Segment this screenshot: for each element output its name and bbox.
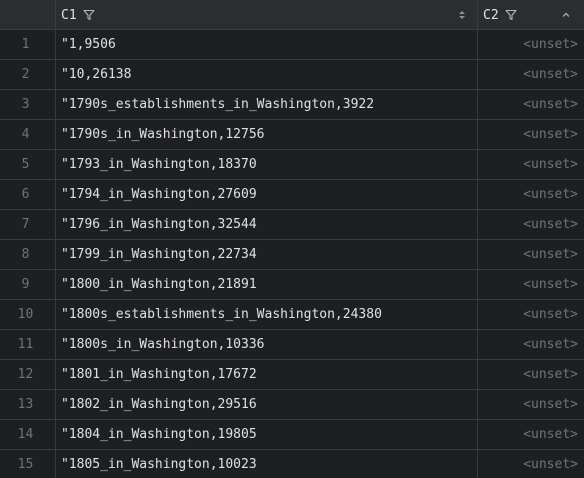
table-row[interactable]: 2 "10,26138 <unset> [0, 60, 584, 90]
row-number[interactable]: 12 [0, 360, 56, 389]
row-number[interactable]: 5 [0, 150, 56, 179]
column-header-c1[interactable]: C1 [56, 0, 478, 30]
row-number[interactable]: 3 [0, 90, 56, 119]
cell-c1[interactable]: "1800s_establishments_in_Washington,2438… [56, 300, 478, 329]
filter-icon[interactable] [504, 8, 518, 22]
sort-icon[interactable] [457, 8, 467, 22]
grid-body: 1 "1,9506 <unset> 2 "10,26138 <unset> 3 "1790s_… [0, 30, 584, 478]
table-row[interactable]: 6 "1794_in_Washington,27609 <unset> [0, 180, 584, 210]
cell-c1[interactable]: "1804_in_Washington,19805 [56, 420, 478, 449]
cell-c2[interactable]: <unset> [478, 210, 584, 239]
row-number[interactable]: 10 [0, 300, 56, 329]
table-row[interactable]: 14 "1804_in_Washington,19805 <unset> [0, 420, 584, 450]
column-header-c2-label: C2 [483, 7, 499, 23]
cell-c2[interactable]: <unset> [478, 60, 584, 89]
cell-c1[interactable]: "1801_in_Washington,17672 [56, 360, 478, 389]
table-row[interactable]: 4 "1790s_in_Washington,12756 <unset> [0, 120, 584, 150]
table-row[interactable]: 11 "1800s_in_Washington,10336 <unset> [0, 330, 584, 360]
cell-c2[interactable]: <unset> [478, 90, 584, 119]
cell-c1[interactable]: "1,9506 [56, 30, 478, 59]
cell-c2[interactable]: <unset> [478, 150, 584, 179]
row-number[interactable]: 7 [0, 210, 56, 239]
cell-c2[interactable]: <unset> [478, 330, 584, 359]
cell-c1[interactable]: "1802_in_Washington,29516 [56, 390, 478, 419]
cell-c1[interactable]: "1790s_in_Washington,12756 [56, 120, 478, 149]
filter-icon[interactable] [82, 8, 96, 22]
chevron-up-icon[interactable] [560, 9, 572, 21]
cell-c2[interactable]: <unset> [478, 360, 584, 389]
cell-c2[interactable]: <unset> [478, 390, 584, 419]
row-number[interactable]: 1 [0, 30, 56, 59]
table-row[interactable]: 7 "1796_in_Washington,32544 <unset> [0, 210, 584, 240]
cell-c2[interactable]: <unset> [478, 30, 584, 59]
cell-c1[interactable]: "1799_in_Washington,22734 [56, 240, 478, 269]
cell-c2[interactable]: <unset> [478, 450, 584, 478]
table-row[interactable]: 15 "1805_in_Washington,10023 <unset> [0, 450, 584, 478]
cell-c2[interactable]: <unset> [478, 300, 584, 329]
table-row[interactable]: 5 "1793_in_Washington,18370 <unset> [0, 150, 584, 180]
cell-c1[interactable]: "10,26138 [56, 60, 478, 89]
cell-c2[interactable]: <unset> [478, 180, 584, 209]
row-number[interactable]: 9 [0, 270, 56, 299]
cell-c2[interactable]: <unset> [478, 420, 584, 449]
table-row[interactable]: 3 "1790s_establishments_in_Washington,392… [0, 90, 584, 120]
cell-c1[interactable]: "1793_in_Washington,18370 [56, 150, 478, 179]
cell-c1[interactable]: "1800_in_Washington,21891 [56, 270, 478, 299]
row-number[interactable]: 15 [0, 450, 56, 478]
cell-c2[interactable]: <unset> [478, 240, 584, 269]
cell-c2[interactable]: <unset> [478, 270, 584, 299]
data-grid: C1 C2 1 "1,9506 <unset> 2 "10,26138 <unset> 3 "… [0, 0, 584, 478]
table-row[interactable]: 9 "1800_in_Washington,21891 <unset> [0, 270, 584, 300]
cell-c1[interactable]: "1790s_establishments_in_Washington,3922 [56, 90, 478, 119]
row-number[interactable]: 4 [0, 120, 56, 149]
column-header-c2[interactable]: C2 [478, 0, 584, 30]
cell-c1[interactable]: "1794_in_Washington,27609 [56, 180, 478, 209]
table-row[interactable]: 10 "1800s_establishments_in_Washington,24… [0, 300, 584, 330]
cell-c1[interactable]: "1805_in_Washington,10023 [56, 450, 478, 478]
row-number[interactable]: 14 [0, 420, 56, 449]
cell-c1[interactable]: "1800s_in_Washington,10336 [56, 330, 478, 359]
table-row[interactable]: 1 "1,9506 <unset> [0, 30, 584, 60]
cell-c2[interactable]: <unset> [478, 120, 584, 149]
row-number[interactable]: 13 [0, 390, 56, 419]
row-number[interactable]: 6 [0, 180, 56, 209]
row-number[interactable]: 11 [0, 330, 56, 359]
cell-c1[interactable]: "1796_in_Washington,32544 [56, 210, 478, 239]
row-number-header[interactable] [0, 0, 56, 30]
table-row[interactable]: 12 "1801_in_Washington,17672 <unset> [0, 360, 584, 390]
table-row[interactable]: 8 "1799_in_Washington,22734 <unset> [0, 240, 584, 270]
table-row[interactable]: 13 "1802_in_Washington,29516 <unset> [0, 390, 584, 420]
column-header-c1-label: C1 [61, 7, 77, 23]
row-number[interactable]: 8 [0, 240, 56, 269]
grid-header: C1 C2 [0, 0, 584, 30]
row-number[interactable]: 2 [0, 60, 56, 89]
